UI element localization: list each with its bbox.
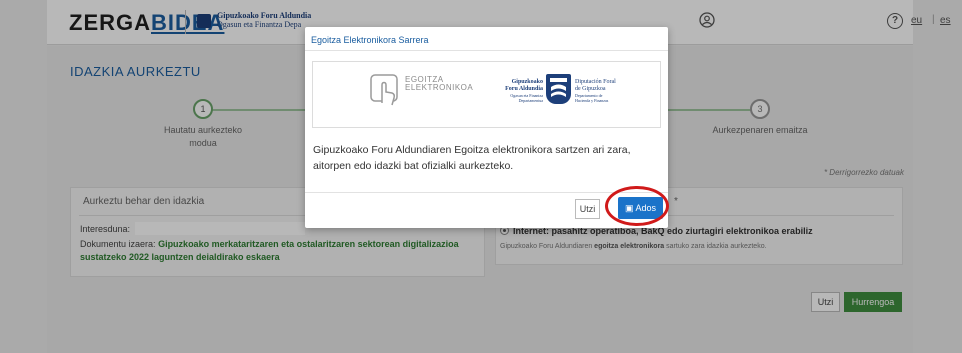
modal-cancel-button[interactable]: Utzi bbox=[575, 199, 600, 219]
hand-pointer-icon bbox=[370, 74, 398, 106]
modal-title: Egoitza Elektronikora Sarrera bbox=[311, 35, 429, 45]
modal-message: Gipuzkoako Foru Aldundiaren Egoitza elek… bbox=[313, 144, 631, 172]
gipuzkoa-shield-icon bbox=[546, 74, 571, 104]
gipuzkoa-logo-es: Diputación Foral de Gipuzkoa Departament… bbox=[575, 79, 616, 103]
highlight-annotation bbox=[605, 186, 669, 226]
modal-divider bbox=[305, 50, 668, 51]
logos-box: EGOITZA ELEKTRONIKOA Gipuzkoako Foru Ald… bbox=[312, 61, 661, 128]
egoitza-elektronikoa-logo-text: EGOITZA ELEKTRONIKOA bbox=[405, 75, 474, 92]
gipuzkoa-logo-eu: Gipuzkoako Foru Aldundia Ogasun eta Fina… bbox=[505, 79, 543, 103]
